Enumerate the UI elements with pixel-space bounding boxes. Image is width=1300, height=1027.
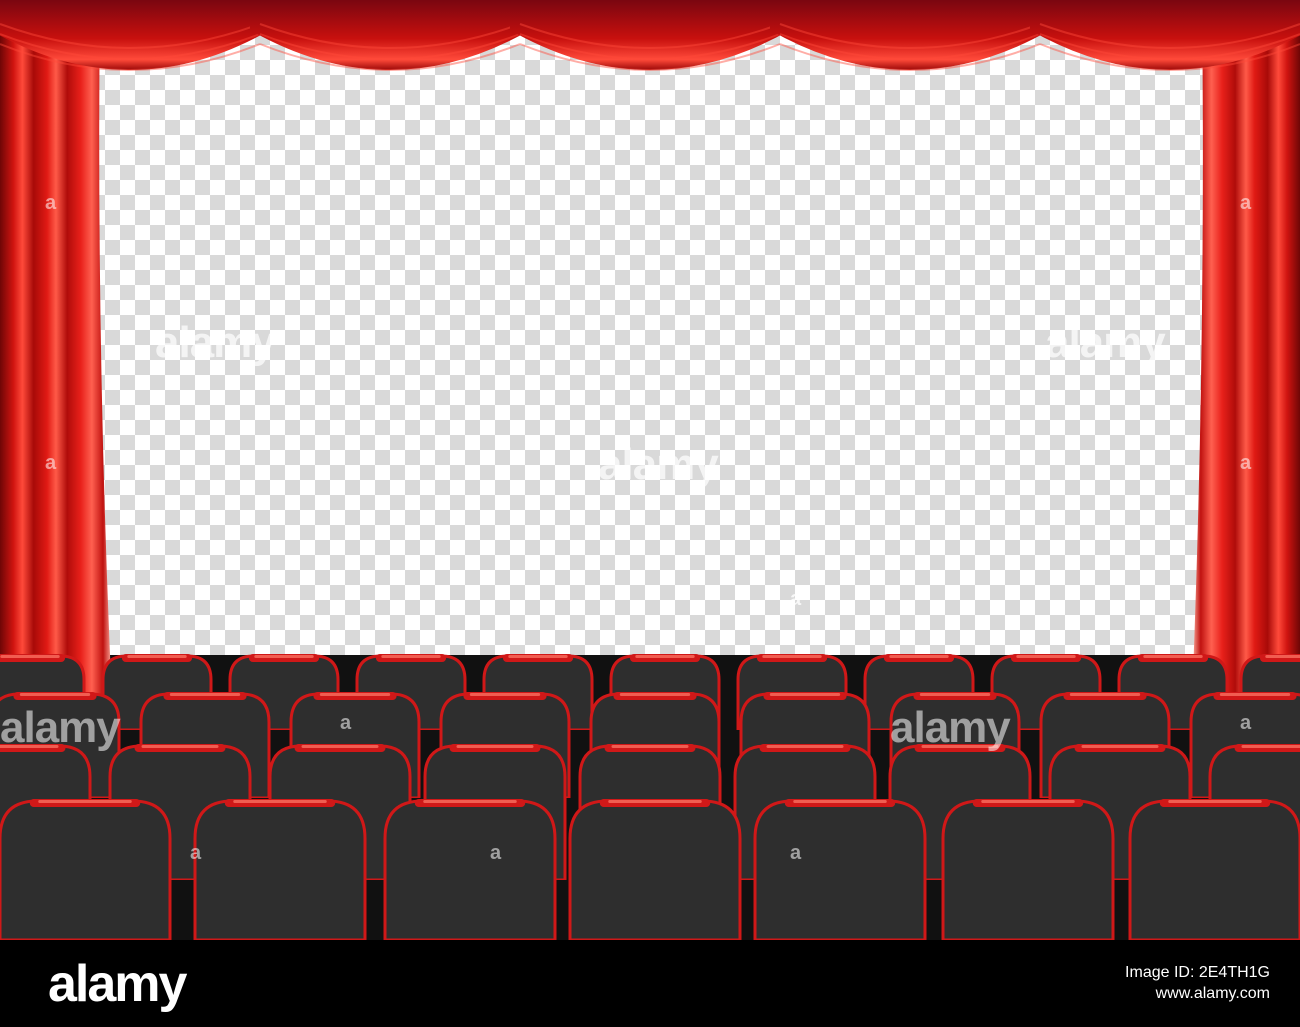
watermark-small-a: a [1240,192,1251,214]
image-id: Image ID: 2E4TH1G [1125,964,1270,981]
watermark-alamy: alamy [890,703,1011,752]
watermark-small-a: a [45,452,56,474]
theater-seat [193,799,367,940]
website-url: www.alamy.com [1155,985,1270,1002]
seat-row-4 [0,799,1300,940]
watermark-alamy: alamy [155,318,276,367]
watermark-alamy: alamy [598,440,719,489]
footer-info: Image ID: 2E4TH1G www.alamy.com [1125,962,1270,1004]
theater-seat [941,799,1115,940]
alamy-logo: alamy [48,955,187,1013]
watermark-small-a: a [340,712,351,734]
watermark-alamy: alamy [0,703,121,752]
footer-bar: alamy Image ID: 2E4TH1G www.alamy.com [0,940,1300,1027]
watermark-small-a: a [1240,452,1251,474]
theater-seat [568,799,742,940]
theater-seat [1128,799,1300,940]
watermark-small-a: a [790,588,801,610]
watermark-small-a: a [190,842,201,864]
watermark-small-a: a [790,842,801,864]
watermark-small-a: a [45,192,56,214]
watermark-small-a: a [490,842,501,864]
theater-seat [753,799,927,940]
watermark-small-a: a [345,192,356,214]
cinema-scene: alamy alamy alamy alamy alamy a a a a a … [0,0,1300,940]
theater-seat [0,799,172,940]
top-valance-drape [0,0,1300,71]
theater-seat [383,799,557,940]
watermark-alamy: alamy [1045,318,1166,367]
watermark-small-a: a [1240,712,1251,734]
